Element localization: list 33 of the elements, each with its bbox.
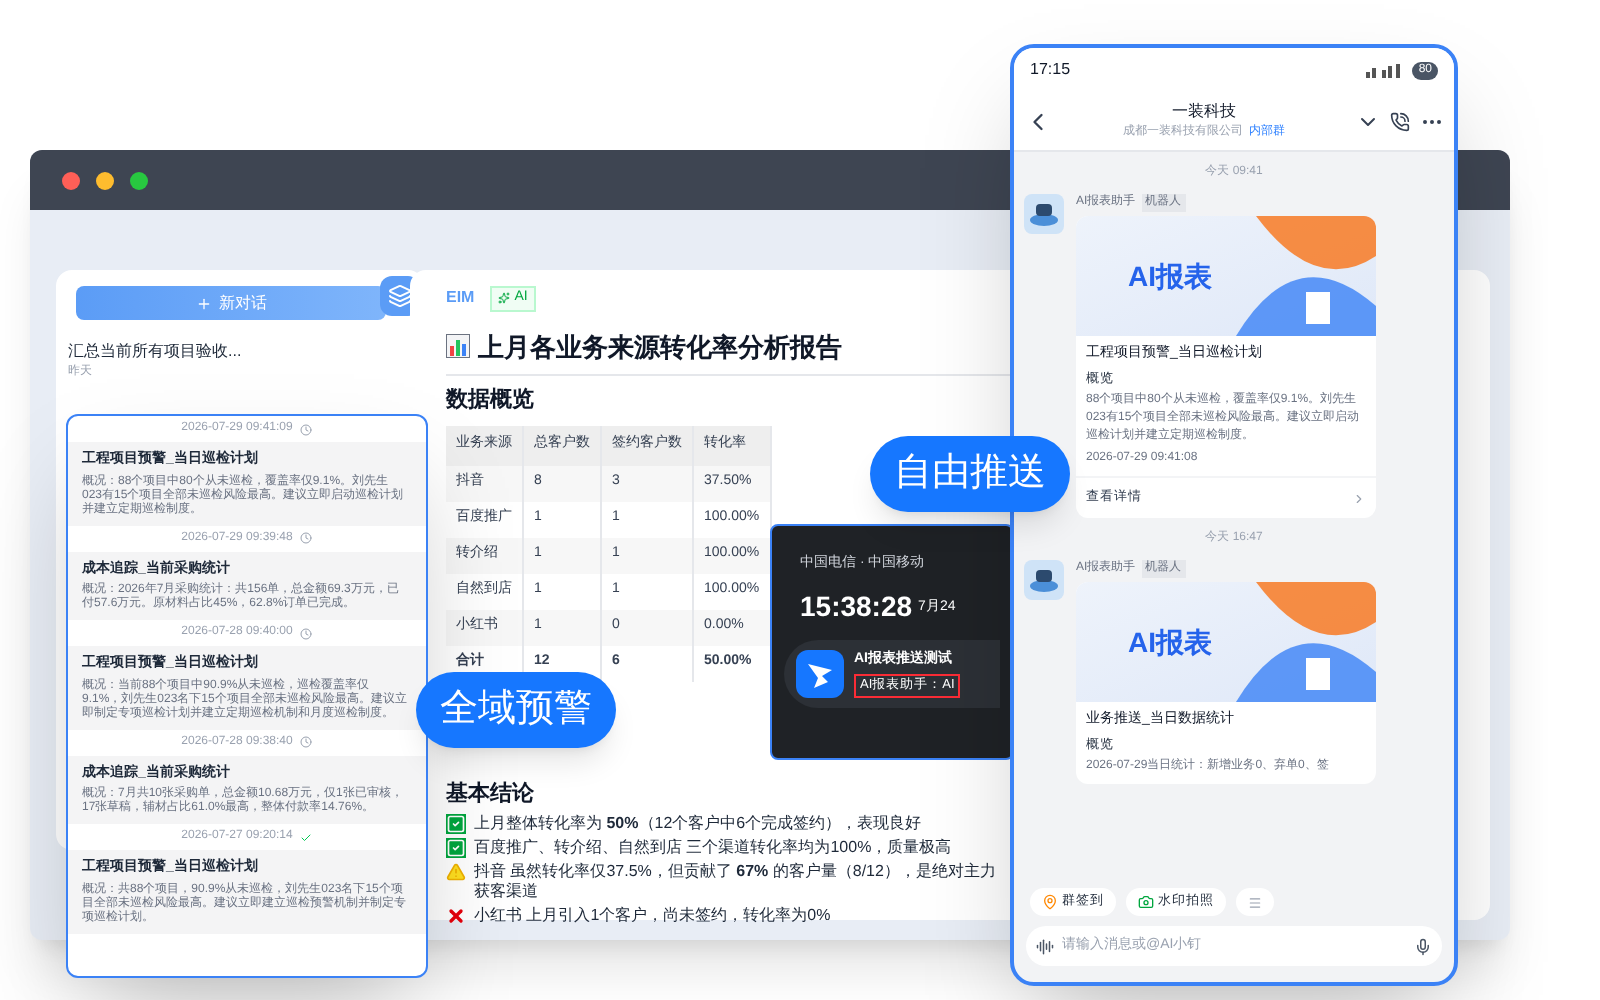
check-box-icon (446, 838, 466, 858)
banner-text: AI报表 (1128, 257, 1212, 295)
pin-icon (1042, 894, 1058, 910)
history-item-title[interactable]: 汇总当前所有项目验收... (68, 340, 242, 364)
sparkle-icon (498, 292, 511, 305)
camera-icon (1138, 894, 1154, 910)
bot-avatar-icon (1024, 194, 1064, 234)
chevron-right-icon (1352, 491, 1366, 506)
menu-icon (1248, 895, 1262, 909)
voice-icon[interactable] (1036, 937, 1054, 955)
check-box-icon (446, 814, 466, 834)
section-heading: 数据概览 (446, 385, 534, 416)
conclusion-text: 百度推广、转介绍、自然到店 三个渠道转化率均为100%，质量极高 (474, 838, 952, 858)
phone-icon[interactable] (1390, 111, 1410, 131)
chat-title: 一装科技 (1172, 100, 1236, 124)
mic-icon[interactable] (1414, 937, 1432, 955)
callout-badge: 自由推送 (870, 436, 1070, 512)
app-icon (796, 649, 844, 698)
conclusion-heading: 基本结论 (446, 779, 534, 809)
conclusion-text: 抖音 虽然转化率仅37.5%，但贡献了 67% 的客户量（8/12），是绝对主力获客渠道 (474, 862, 996, 902)
clock-time: 15:38:28 (800, 591, 913, 619)
callout-badge: 全域预警 (416, 672, 616, 748)
brand-label: EIM (446, 286, 475, 311)
warning-icon (446, 862, 466, 882)
report-title: 上月各业务来源转化率分析报告 (478, 329, 842, 365)
banner-text: AI报表 (1128, 623, 1212, 661)
bot-avatar-icon (1024, 560, 1064, 600)
conclusion-text: 小红书 上月引入1个客户，尚未签约，转化率为0% (474, 906, 831, 926)
plus-icon (195, 295, 211, 311)
status-time: 17:15 (1030, 58, 1071, 82)
cross-icon (446, 906, 466, 926)
bar-chart-icon (446, 334, 470, 359)
conclusion-text: 上月整体转化率为 50%（12个客户中6个完成签约），表现良好 (474, 814, 922, 834)
